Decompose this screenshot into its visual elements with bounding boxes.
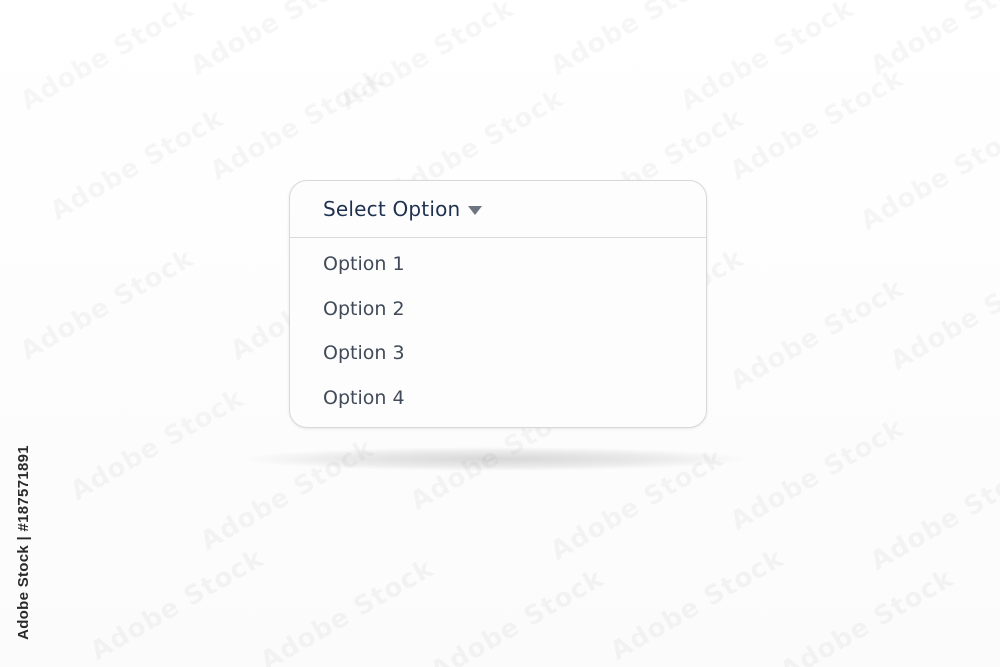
watermark-text: Adobe Stock <box>726 63 910 186</box>
watermark-text: Adobe Stock <box>86 543 270 666</box>
watermark-text: Adobe Stock <box>16 0 200 117</box>
watermark-text: Adobe Stock <box>866 453 1000 576</box>
stage: Adobe Stock Adobe Stock Adobe Stock Adob… <box>0 0 1000 667</box>
option-item-2[interactable]: Option 2 <box>290 287 706 332</box>
watermark-text: Adobe Stock <box>66 383 250 506</box>
option-item-1[interactable]: Option 1 <box>290 242 706 287</box>
watermark-text: Adobe Stock <box>336 0 520 117</box>
watermark-text: Adobe Stock <box>866 0 1000 82</box>
watermark-text: Adobe Stock <box>606 543 790 666</box>
watermark-text: Adobe Stock <box>676 0 860 117</box>
watermark-text: Adobe Stock <box>426 563 610 667</box>
option-item-4[interactable]: Option 4 <box>290 376 706 421</box>
watermark-text: Adobe Stock <box>726 273 910 396</box>
watermark-text: Adobe Stock <box>546 0 730 82</box>
select-trigger[interactable]: Select Option <box>290 181 706 238</box>
stock-credit-text: Adobe Stock | #187571891 <box>14 445 32 640</box>
watermark-text: Adobe Stock <box>256 553 440 667</box>
watermark-text: Adobe Stock <box>46 103 230 226</box>
select-dropdown: Select Option Option 1 Option 2 Option 3… <box>289 180 707 428</box>
watermark-text: Adobe Stock <box>726 413 910 536</box>
watermark-text: Adobe Stock <box>186 0 370 82</box>
options-list: Option 1 Option 2 Option 3 Option 4 <box>290 238 706 420</box>
watermark-text: Adobe Stock <box>206 63 390 186</box>
watermark-text: Adobe Stock <box>856 113 1000 236</box>
triangle-down-icon <box>468 205 483 215</box>
select-label: Select Option <box>323 197 461 221</box>
watermark-text: Adobe Stock <box>16 243 200 366</box>
watermark-text: Adobe Stock <box>776 563 960 667</box>
watermark-text: Adobe Stock <box>886 253 1000 376</box>
stock-credit: Adobe Stock | #187571891 <box>12 430 34 655</box>
option-item-3[interactable]: Option 3 <box>290 331 706 376</box>
drop-shadow <box>245 447 745 471</box>
